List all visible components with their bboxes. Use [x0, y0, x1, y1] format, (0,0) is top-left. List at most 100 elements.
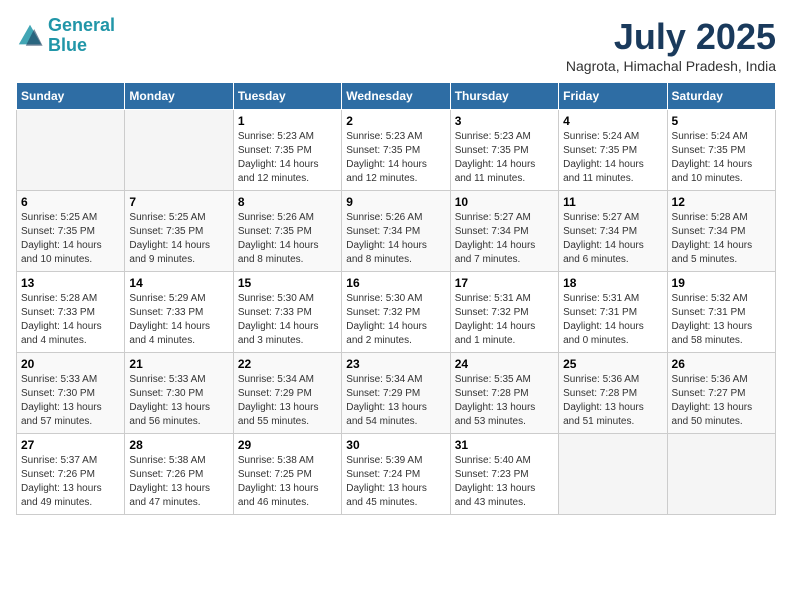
calendar-day-cell: 22Sunrise: 5:34 AMSunset: 7:29 PMDayligh…	[233, 353, 341, 434]
day-info: Sunrise: 5:33 AMSunset: 7:30 PMDaylight:…	[129, 373, 228, 429]
day-info: Sunrise: 5:23 AMSunset: 7:35 PMDaylight:…	[346, 130, 445, 186]
day-number: 6	[21, 195, 120, 209]
calendar-week-row: 13 Sunrise: 5:28 AMSunset: 7:33 PMDayligh…	[17, 272, 776, 353]
calendar-day-cell: 24Sunrise: 5:35 AMSunset: 7:28 PMDayligh…	[450, 353, 558, 434]
day-number: 25	[563, 357, 662, 371]
calendar-day-cell: 7 Sunrise: 5:25 AMSunset: 7:35 PMDaylight…	[125, 191, 233, 272]
day-number: 11	[563, 195, 662, 209]
calendar-day-cell: 2 Sunrise: 5:23 AMSunset: 7:35 PMDaylight…	[342, 110, 450, 191]
calendar-day-cell: 6 Sunrise: 5:25 AMSunset: 7:35 PMDaylight…	[17, 191, 125, 272]
weekday-header: Monday	[125, 83, 233, 110]
calendar-week-row: 27 Sunrise: 5:37 AMSunset: 7:26 PMDayligh…	[17, 434, 776, 515]
calendar-day-cell: 19Sunrise: 5:32 AMSunset: 7:31 PMDayligh…	[667, 272, 775, 353]
calendar-day-cell: 11 Sunrise: 5:27 AMSunset: 7:34 PMDayligh…	[559, 191, 667, 272]
day-number: 30	[346, 438, 445, 452]
day-info: Sunrise: 5:24 AMSunset: 7:35 PMDaylight:…	[672, 130, 771, 186]
calendar-day-cell: 10 Sunrise: 5:27 AMSunset: 7:34 PMDayligh…	[450, 191, 558, 272]
day-number: 28	[129, 438, 228, 452]
calendar-table: SundayMondayTuesdayWednesdayThursdayFrid…	[16, 82, 776, 515]
calendar-title: July 2025	[566, 16, 776, 58]
calendar-day-cell: 23 Sunrise: 5:34 AMSunset: 7:29 PMDayligh…	[342, 353, 450, 434]
calendar-day-cell: 12 Sunrise: 5:28 AMSunset: 7:34 PMDayligh…	[667, 191, 775, 272]
calendar-day-cell: 4Sunrise: 5:24 AMSunset: 7:35 PMDaylight…	[559, 110, 667, 191]
empty-cell	[667, 434, 775, 515]
day-number: 21	[129, 357, 228, 371]
day-info: Sunrise: 5:25 AMSunset: 7:35 PMDaylight:…	[21, 211, 120, 267]
day-number: 23	[346, 357, 445, 371]
day-info: Sunrise: 5:25 AMSunset: 7:35 PMDaylight:…	[129, 211, 228, 267]
calendar-day-cell: 5Sunrise: 5:24 AMSunset: 7:35 PMDaylight…	[667, 110, 775, 191]
day-info: Sunrise: 5:23 AMSunset: 7:35 PMDaylight:…	[238, 130, 337, 186]
day-number: 12	[672, 195, 771, 209]
day-number: 27	[21, 438, 120, 452]
day-number: 31	[455, 438, 554, 452]
day-number: 7	[129, 195, 228, 209]
weekday-header: Thursday	[450, 83, 558, 110]
day-info: Sunrise: 5:39 AMSunset: 7:24 PMDaylight:…	[346, 454, 445, 510]
calendar-day-cell: 13 Sunrise: 5:28 AMSunset: 7:33 PMDayligh…	[17, 272, 125, 353]
day-info: Sunrise: 5:24 AMSunset: 7:35 PMDaylight:…	[563, 130, 662, 186]
day-info: Sunrise: 5:40 AMSunset: 7:23 PMDaylight:…	[455, 454, 554, 510]
weekday-header: Saturday	[667, 83, 775, 110]
day-number: 3	[455, 114, 554, 128]
calendar-day-cell: 15Sunrise: 5:30 AMSunset: 7:33 PMDayligh…	[233, 272, 341, 353]
day-info: Sunrise: 5:37 AMSunset: 7:26 PMDaylight:…	[21, 454, 120, 510]
weekday-header: Sunday	[17, 83, 125, 110]
logo: General Blue	[16, 16, 115, 56]
day-info: Sunrise: 5:27 AMSunset: 7:34 PMDaylight:…	[455, 211, 554, 267]
day-info: Sunrise: 5:36 AMSunset: 7:27 PMDaylight:…	[672, 373, 771, 429]
calendar-day-cell: 16Sunrise: 5:30 AMSunset: 7:32 PMDayligh…	[342, 272, 450, 353]
calendar-subtitle: Nagrota, Himachal Pradesh, India	[566, 58, 776, 74]
day-number: 10	[455, 195, 554, 209]
calendar-day-cell: 9 Sunrise: 5:26 AMSunset: 7:34 PMDaylight…	[342, 191, 450, 272]
day-info: Sunrise: 5:34 AMSunset: 7:29 PMDaylight:…	[238, 373, 337, 429]
day-info: Sunrise: 5:28 AMSunset: 7:33 PMDaylight:…	[21, 292, 120, 348]
day-number: 13	[21, 276, 120, 290]
day-info: Sunrise: 5:26 AMSunset: 7:35 PMDaylight:…	[238, 211, 337, 267]
logo-text: General Blue	[48, 16, 115, 56]
day-number: 8	[238, 195, 337, 209]
day-info: Sunrise: 5:38 AMSunset: 7:26 PMDaylight:…	[129, 454, 228, 510]
day-number: 24	[455, 357, 554, 371]
calendar-day-cell: 3 Sunrise: 5:23 AMSunset: 7:35 PMDaylight…	[450, 110, 558, 191]
day-info: Sunrise: 5:27 AMSunset: 7:34 PMDaylight:…	[563, 211, 662, 267]
day-number: 19	[672, 276, 771, 290]
day-number: 26	[672, 357, 771, 371]
calendar-day-cell: 27 Sunrise: 5:37 AMSunset: 7:26 PMDayligh…	[17, 434, 125, 515]
calendar-day-cell: 30 Sunrise: 5:39 AMSunset: 7:24 PMDayligh…	[342, 434, 450, 515]
day-number: 2	[346, 114, 445, 128]
day-info: Sunrise: 5:38 AMSunset: 7:25 PMDaylight:…	[238, 454, 337, 510]
calendar-day-cell: 21 Sunrise: 5:33 AMSunset: 7:30 PMDayligh…	[125, 353, 233, 434]
calendar-day-cell: 18Sunrise: 5:31 AMSunset: 7:31 PMDayligh…	[559, 272, 667, 353]
empty-cell	[125, 110, 233, 191]
day-info: Sunrise: 5:28 AMSunset: 7:34 PMDaylight:…	[672, 211, 771, 267]
calendar-week-row: 1 Sunrise: 5:23 AMSunset: 7:35 PMDaylight…	[17, 110, 776, 191]
calendar-day-cell: 1 Sunrise: 5:23 AMSunset: 7:35 PMDaylight…	[233, 110, 341, 191]
calendar-day-cell: 26 Sunrise: 5:36 AMSunset: 7:27 PMDayligh…	[667, 353, 775, 434]
day-info: Sunrise: 5:26 AMSunset: 7:34 PMDaylight:…	[346, 211, 445, 267]
day-info: Sunrise: 5:34 AMSunset: 7:29 PMDaylight:…	[346, 373, 445, 429]
calendar-day-cell: 28 Sunrise: 5:38 AMSunset: 7:26 PMDayligh…	[125, 434, 233, 515]
calendar-day-cell: 14Sunrise: 5:29 AMSunset: 7:33 PMDayligh…	[125, 272, 233, 353]
empty-cell	[559, 434, 667, 515]
calendar-week-row: 20Sunrise: 5:33 AMSunset: 7:30 PMDayligh…	[17, 353, 776, 434]
calendar-week-row: 6 Sunrise: 5:25 AMSunset: 7:35 PMDaylight…	[17, 191, 776, 272]
calendar-day-cell: 8 Sunrise: 5:26 AMSunset: 7:35 PMDaylight…	[233, 191, 341, 272]
day-number: 9	[346, 195, 445, 209]
day-number: 1	[238, 114, 337, 128]
day-info: Sunrise: 5:23 AMSunset: 7:35 PMDaylight:…	[455, 130, 554, 186]
header: General Blue July 2025 Nagrota, Himachal…	[16, 16, 776, 74]
calendar-day-cell: 29 Sunrise: 5:38 AMSunset: 7:25 PMDayligh…	[233, 434, 341, 515]
calendar-day-cell: 17Sunrise: 5:31 AMSunset: 7:32 PMDayligh…	[450, 272, 558, 353]
calendar-day-cell: 25 Sunrise: 5:36 AMSunset: 7:28 PMDayligh…	[559, 353, 667, 434]
weekday-header: Friday	[559, 83, 667, 110]
calendar-day-cell: 20Sunrise: 5:33 AMSunset: 7:30 PMDayligh…	[17, 353, 125, 434]
empty-cell	[17, 110, 125, 191]
logo-icon	[16, 22, 44, 50]
day-info: Sunrise: 5:31 AMSunset: 7:31 PMDaylight:…	[563, 292, 662, 348]
day-info: Sunrise: 5:30 AMSunset: 7:33 PMDaylight:…	[238, 292, 337, 348]
day-number: 14	[129, 276, 228, 290]
day-info: Sunrise: 5:36 AMSunset: 7:28 PMDaylight:…	[563, 373, 662, 429]
day-number: 29	[238, 438, 337, 452]
day-number: 17	[455, 276, 554, 290]
